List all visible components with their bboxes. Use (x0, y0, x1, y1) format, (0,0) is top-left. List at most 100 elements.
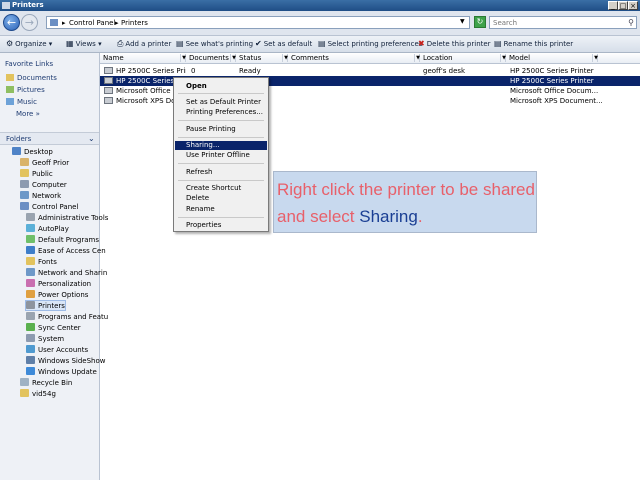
column-headers: Name ▼ Documents ▼ Status ▼ Comments ▼ L… (100, 53, 640, 64)
tree-item-sideshow[interactable]: Windows SideShow (26, 356, 106, 365)
printing-preferences-button[interactable]: ▤ Select printing preferences (318, 39, 422, 48)
back-button[interactable]: ← (3, 14, 20, 31)
ease-of-access-icon (26, 246, 35, 254)
column-location[interactable]: Location (420, 54, 506, 62)
close-button[interactable]: × (628, 1, 638, 10)
menu-item-pause-printing[interactable]: Pause Printing (175, 125, 267, 134)
chevron-down-icon[interactable]: ▼ (592, 54, 599, 62)
delete-printer-button[interactable]: ✖ Delete this printer (418, 39, 491, 48)
views-button[interactable]: ▦ Views ▾ (66, 39, 102, 48)
window-title: Printers (12, 1, 44, 9)
printer-model: Microsoft XPS Document... (510, 97, 603, 105)
minimize-button[interactable]: _ (608, 1, 618, 10)
printer-icon (104, 97, 113, 104)
tree-item-network[interactable]: Network (20, 191, 61, 200)
printer-model: Microsoft Office Docum... (510, 87, 599, 95)
menu-item-sharing[interactable]: Sharing... (175, 141, 267, 150)
menu-divider (178, 180, 264, 181)
column-model[interactable]: Model (506, 54, 598, 62)
tree-item-network-sharing[interactable]: Network and Sharin (26, 268, 107, 277)
favorite-more[interactable]: More » (16, 110, 40, 118)
tree-item-default-programs[interactable]: Default Programs (26, 235, 99, 244)
maximize-button[interactable]: □ (618, 1, 628, 10)
fonts-folder-icon (26, 257, 35, 265)
address-bar: ← → ▸ Control Panel ▸ Printers ▼ ↻ ⚲ (0, 11, 640, 36)
folder-icon (20, 169, 29, 177)
sideshow-icon (26, 356, 35, 364)
favorite-music[interactable]: Music (6, 98, 37, 106)
column-documents[interactable]: Documents (186, 54, 236, 62)
tree-item-user[interactable]: Geoff Prior (20, 158, 69, 167)
tree-item-recycle-bin[interactable]: Recycle Bin (20, 378, 72, 387)
menu-item-rename[interactable]: Rename (175, 205, 267, 214)
tree-item-desktop[interactable]: Desktop (12, 147, 53, 156)
tree-item-autoplay[interactable]: AutoPlay (26, 224, 69, 233)
menu-item-open[interactable]: Open (175, 82, 267, 91)
printer-icon (104, 67, 113, 74)
views-icon: ▦ (66, 39, 74, 48)
control-panel-icon (20, 202, 29, 210)
tree-item-printers[interactable]: Printers (25, 300, 66, 311)
forward-arrow-icon: → (24, 16, 35, 29)
menu-item-use-offline[interactable]: Use Printer Offline (175, 151, 267, 160)
folders-heading: Folders (6, 135, 32, 143)
breadcrumb-control-panel[interactable]: Control Panel (69, 19, 115, 27)
see-printing-button[interactable]: ▤ See what's printing (176, 39, 253, 48)
address-input[interactable]: ▸ Control Panel ▸ Printers ▼ (46, 16, 470, 29)
printer-model: HP 2500C Series Printer (510, 67, 594, 75)
computer-icon (20, 180, 29, 188)
printer-location: geoff's desk (423, 67, 466, 75)
menu-divider (178, 137, 264, 138)
menu-item-delete[interactable]: Delete (175, 194, 267, 203)
folders-header[interactable]: Folders ⌄ (0, 132, 99, 145)
tree-item-sync-center[interactable]: Sync Center (26, 323, 81, 332)
sync-center-icon (26, 323, 35, 331)
checkmark-icon: ✔ (255, 39, 262, 48)
programs-icon (26, 312, 35, 320)
favorite-documents[interactable]: Documents (6, 74, 57, 82)
address-dropdown-icon[interactable]: ▼ (460, 18, 465, 25)
favorite-pictures[interactable]: Pictures (6, 86, 45, 94)
user-folder-icon (20, 158, 29, 166)
title-bar: Printers _ □ × (0, 0, 640, 11)
menu-item-set-default[interactable]: Set as Default Printer (175, 98, 267, 107)
column-name[interactable]: Name (100, 54, 186, 62)
tree-item-system[interactable]: System (26, 334, 64, 343)
tree-item-ease-of-access[interactable]: Ease of Access Cen (26, 246, 106, 255)
network-sharing-icon (26, 268, 35, 276)
printer-icon (104, 87, 113, 94)
menu-divider (178, 120, 264, 121)
search-field[interactable]: ⚲ (489, 16, 637, 29)
printer-status: Ready (239, 67, 261, 75)
column-status[interactable]: Status (236, 54, 288, 62)
set-default-button[interactable]: ✔ Set as default (255, 39, 312, 48)
add-printer-button[interactable]: ⎙ Add a printer (117, 39, 171, 49)
menu-item-printing-preferences[interactable]: Printing Preferences... (175, 108, 267, 117)
tree-item-admin-tools[interactable]: Administrative Tools (26, 213, 108, 222)
search-input[interactable] (490, 17, 626, 28)
menu-item-refresh[interactable]: Refresh (175, 168, 267, 177)
rename-printer-button[interactable]: ▤ Rename this printer (494, 39, 573, 48)
tree-item-fonts[interactable]: Fonts (26, 257, 57, 266)
tree-item-control-panel[interactable]: Control Panel (20, 202, 78, 211)
tree-item-programs-features[interactable]: Programs and Featu (26, 312, 108, 321)
tree-item-public[interactable]: Public (20, 169, 53, 178)
navigation-pane: Favorite Links Documents Pictures Music … (0, 53, 108, 480)
tree-item-user-accounts[interactable]: User Accounts (26, 345, 88, 354)
tree-item-folder[interactable]: vid54g (20, 389, 56, 398)
menu-item-create-shortcut[interactable]: Create Shortcut (175, 184, 267, 193)
tree-item-computer[interactable]: Computer (20, 180, 67, 189)
personalization-icon (26, 279, 35, 287)
tree-item-personalization[interactable]: Personalization (26, 279, 91, 288)
menu-divider (178, 217, 264, 218)
breadcrumb-printers[interactable]: Printers (121, 19, 148, 27)
column-comments[interactable]: Comments (288, 54, 420, 62)
delete-x-icon: ✖ (418, 39, 425, 48)
forward-button[interactable]: → (21, 14, 38, 31)
tree-item-power-options[interactable]: Power Options (26, 290, 88, 299)
menu-item-properties[interactable]: Properties (175, 221, 267, 230)
organize-button[interactable]: ⚙ Organize ▾ (6, 39, 52, 48)
printer-row[interactable]: HP 2500C Series Printe... 0 Ready geoff'… (100, 66, 640, 76)
refresh-button[interactable]: ↻ (474, 16, 486, 28)
tree-item-windows-update[interactable]: Windows Update (26, 367, 97, 376)
